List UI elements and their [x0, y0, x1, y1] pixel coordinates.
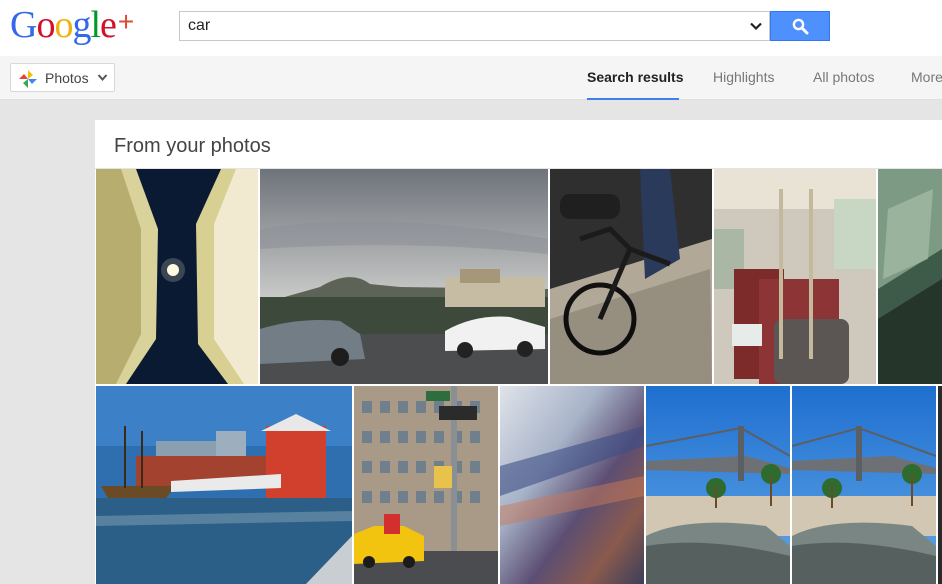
tunnel-moon-photo[interactable]: [96, 169, 258, 384]
app-switcher-label: Photos: [45, 70, 89, 86]
logo-letter: l: [90, 4, 101, 46]
search-input[interactable]: [180, 12, 740, 40]
motion-blur-photo[interactable]: [500, 386, 644, 584]
photo-edge[interactable]: [938, 386, 942, 584]
tab-search-results[interactable]: Search results: [587, 69, 684, 100]
logo-plus: +: [117, 6, 135, 37]
section-title: From your photos: [114, 135, 271, 157]
city-building-taxi-photo[interactable]: [354, 386, 498, 584]
pinwheel-icon: [19, 70, 37, 88]
bicycle-photo[interactable]: [550, 169, 712, 384]
bay-bridge-photo-2[interactable]: [792, 386, 936, 584]
logo-letter: g: [72, 4, 91, 46]
logo-letter: G: [10, 4, 37, 46]
results-card: From your photos: [95, 120, 942, 584]
top-bar: Google+: [0, 0, 942, 56]
app-switcher-button[interactable]: Photos: [10, 63, 115, 92]
tab-more[interactable]: More: [911, 69, 942, 100]
logo-letter: o: [36, 4, 55, 46]
logo-letter: o: [54, 4, 73, 46]
glass-abstract-photo[interactable]: [878, 169, 942, 384]
bus-interior-photo[interactable]: [714, 169, 876, 384]
search-box: [179, 11, 770, 41]
chevron-down-icon[interactable]: [749, 19, 763, 33]
coast-cars-photo[interactable]: [260, 169, 548, 384]
chevron-down-icon: [97, 74, 108, 82]
tab-highlights[interactable]: Highlights: [713, 69, 774, 100]
search-icon: [792, 18, 809, 35]
logo-letter: e: [100, 4, 117, 46]
bay-bridge-photo-1[interactable]: [646, 386, 790, 584]
search-button[interactable]: [770, 11, 830, 41]
photos-nav-bar: Photos Search results Highlights All pho…: [0, 56, 942, 100]
tab-all-photos[interactable]: All photos: [813, 69, 874, 100]
google-plus-logo[interactable]: Google+: [10, 3, 134, 47]
tall-ship-photo[interactable]: [96, 386, 352, 584]
